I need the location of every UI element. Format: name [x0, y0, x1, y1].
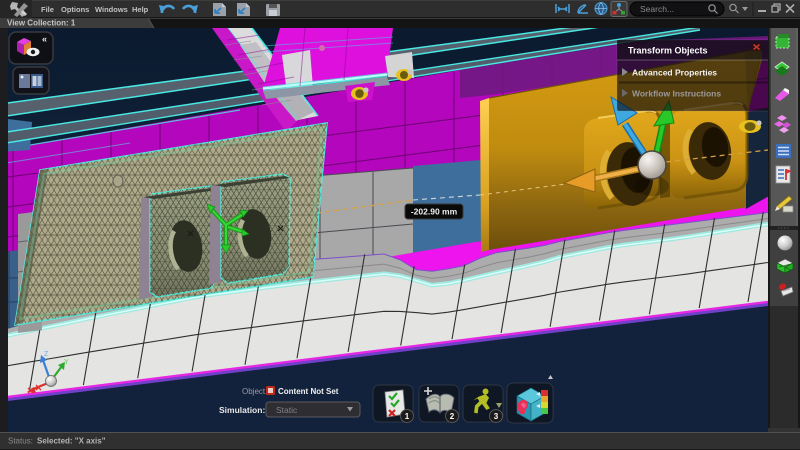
svg-text:Simulation:: Simulation: — [219, 405, 265, 415]
svg-text:Status:: Status: — [8, 437, 33, 446]
svg-text:Windows: Windows — [95, 5, 128, 14]
svg-text:File: File — [41, 5, 54, 14]
svg-text:3: 3 — [494, 412, 499, 421]
svg-text:Options: Options — [61, 5, 89, 14]
svg-text:Search...: Search... — [640, 4, 674, 14]
svg-text:-202.90 mm: -202.90 mm — [411, 207, 458, 217]
svg-text:Selected: "X axis": Selected: "X axis" — [37, 437, 106, 446]
svg-text:Workflow Instructions: Workflow Instructions — [632, 89, 721, 99]
svg-text:Help: Help — [132, 5, 149, 14]
svg-text:Static: Static — [276, 405, 298, 415]
svg-text:1: 1 — [405, 412, 410, 421]
svg-text:Y: Y — [64, 359, 69, 366]
svg-text:Transform Objects: Transform Objects — [628, 46, 708, 56]
svg-text:Content Not Set: Content Not Set — [278, 387, 339, 396]
svg-text:Z: Z — [44, 351, 49, 358]
svg-text:Object:: Object: — [242, 387, 267, 396]
svg-text:View Collection: 1: View Collection: 1 — [7, 19, 76, 28]
svg-text:«: « — [42, 34, 47, 44]
svg-text:Advanced Properties: Advanced Properties — [632, 68, 717, 78]
svg-text:2: 2 — [450, 412, 455, 421]
